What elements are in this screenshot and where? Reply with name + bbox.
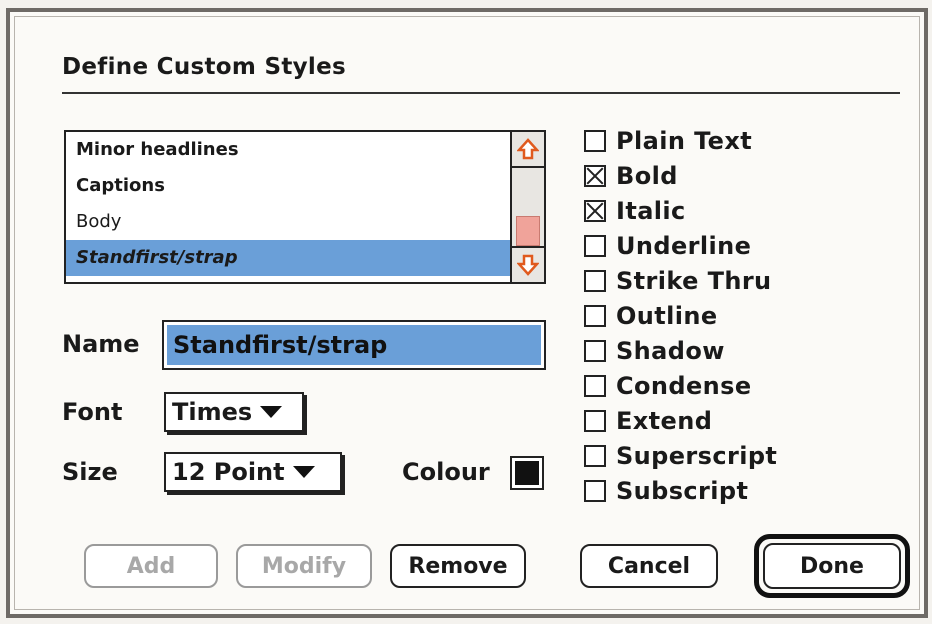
colour-label: Colour <box>402 458 490 486</box>
name-field-frame <box>162 320 546 370</box>
cancel-button[interactable]: Cancel <box>580 544 718 588</box>
checkbox-underline[interactable] <box>584 235 606 257</box>
style-option-subscript[interactable]: Subscript <box>584 476 748 506</box>
list-item[interactable]: Body <box>66 204 510 240</box>
checkbox-label: Superscript <box>616 442 778 470</box>
triangle-down-icon <box>260 406 283 418</box>
list-item-selected[interactable]: Standfirst/strap <box>66 240 510 276</box>
checkbox-label: Condense <box>616 372 752 400</box>
arrow-down-icon[interactable] <box>515 252 541 278</box>
style-list[interactable]: Minor headlines Captions Body Standfirst… <box>64 130 546 284</box>
title-divider <box>62 92 900 94</box>
checkbox-label: Subscript <box>616 477 749 505</box>
style-option-outline[interactable]: Outline <box>584 301 718 331</box>
done-button[interactable]: Done <box>763 543 901 589</box>
checkbox-extend[interactable] <box>584 410 606 432</box>
remove-button[interactable]: Remove <box>390 544 526 588</box>
font-popup-value: Times <box>172 398 253 426</box>
style-option-strike-thru[interactable]: Strike Thru <box>584 266 772 296</box>
list-item[interactable]: Captions <box>66 168 510 204</box>
colour-swatch-button[interactable] <box>510 456 544 490</box>
modify-button[interactable]: Modify <box>236 544 372 588</box>
checkbox-plain-text[interactable] <box>584 130 606 152</box>
checkbox-label: Underline <box>616 232 752 260</box>
checkbox-label: Plain Text <box>616 127 753 155</box>
style-option-bold[interactable]: Bold <box>584 161 678 191</box>
size-popup[interactable]: 12 Point <box>164 452 342 492</box>
checkbox-strike-thru[interactable] <box>584 270 606 292</box>
checkbox-label: Strike Thru <box>616 267 772 295</box>
style-option-superscript[interactable]: Superscript <box>584 441 777 471</box>
style-option-condense[interactable]: Condense <box>584 371 752 401</box>
triangle-down-icon <box>292 466 315 478</box>
checkbox-italic[interactable] <box>584 200 606 222</box>
size-label: Size <box>62 458 118 486</box>
list-scrollbar[interactable] <box>510 132 544 282</box>
style-option-underline[interactable]: Underline <box>584 231 751 261</box>
scroll-thumb[interactable] <box>516 216 540 246</box>
checkbox-label: Bold <box>616 162 678 190</box>
checkbox-label: Shadow <box>616 337 725 365</box>
style-option-italic[interactable]: Italic <box>584 196 686 226</box>
scroll-track-divider <box>512 166 544 168</box>
checkbox-label: Extend <box>616 407 713 435</box>
name-input[interactable] <box>167 325 541 365</box>
font-label: Font <box>62 398 123 426</box>
checkbox-condense[interactable] <box>584 375 606 397</box>
colour-swatch-fill <box>515 461 539 485</box>
list-item[interactable]: Minor headlines <box>66 132 510 168</box>
arrow-up-icon[interactable] <box>515 136 541 162</box>
checkbox-label: Italic <box>616 197 686 225</box>
checkbox-label: Outline <box>616 302 718 330</box>
dialog-frame <box>6 8 928 618</box>
dialog-inner-border <box>14 16 920 610</box>
add-button[interactable]: Add <box>84 544 218 588</box>
done-button-default-ring: Done <box>754 534 910 598</box>
scroll-track-divider <box>512 246 544 248</box>
checkbox-shadow[interactable] <box>584 340 606 362</box>
checkbox-superscript[interactable] <box>584 445 606 467</box>
dialog-title: Define Custom Styles <box>62 54 346 80</box>
size-popup-value: 12 Point <box>172 458 285 486</box>
style-option-extend[interactable]: Extend <box>584 406 712 436</box>
style-list-items: Minor headlines Captions Body Standfirst… <box>66 132 510 282</box>
checkbox-bold[interactable] <box>584 165 606 187</box>
style-option-plain-text[interactable]: Plain Text <box>584 126 752 156</box>
style-option-shadow[interactable]: Shadow <box>584 336 725 366</box>
checkbox-subscript[interactable] <box>584 480 606 502</box>
font-popup[interactable]: Times <box>164 392 304 432</box>
checkbox-outline[interactable] <box>584 305 606 327</box>
name-label: Name <box>62 330 140 358</box>
